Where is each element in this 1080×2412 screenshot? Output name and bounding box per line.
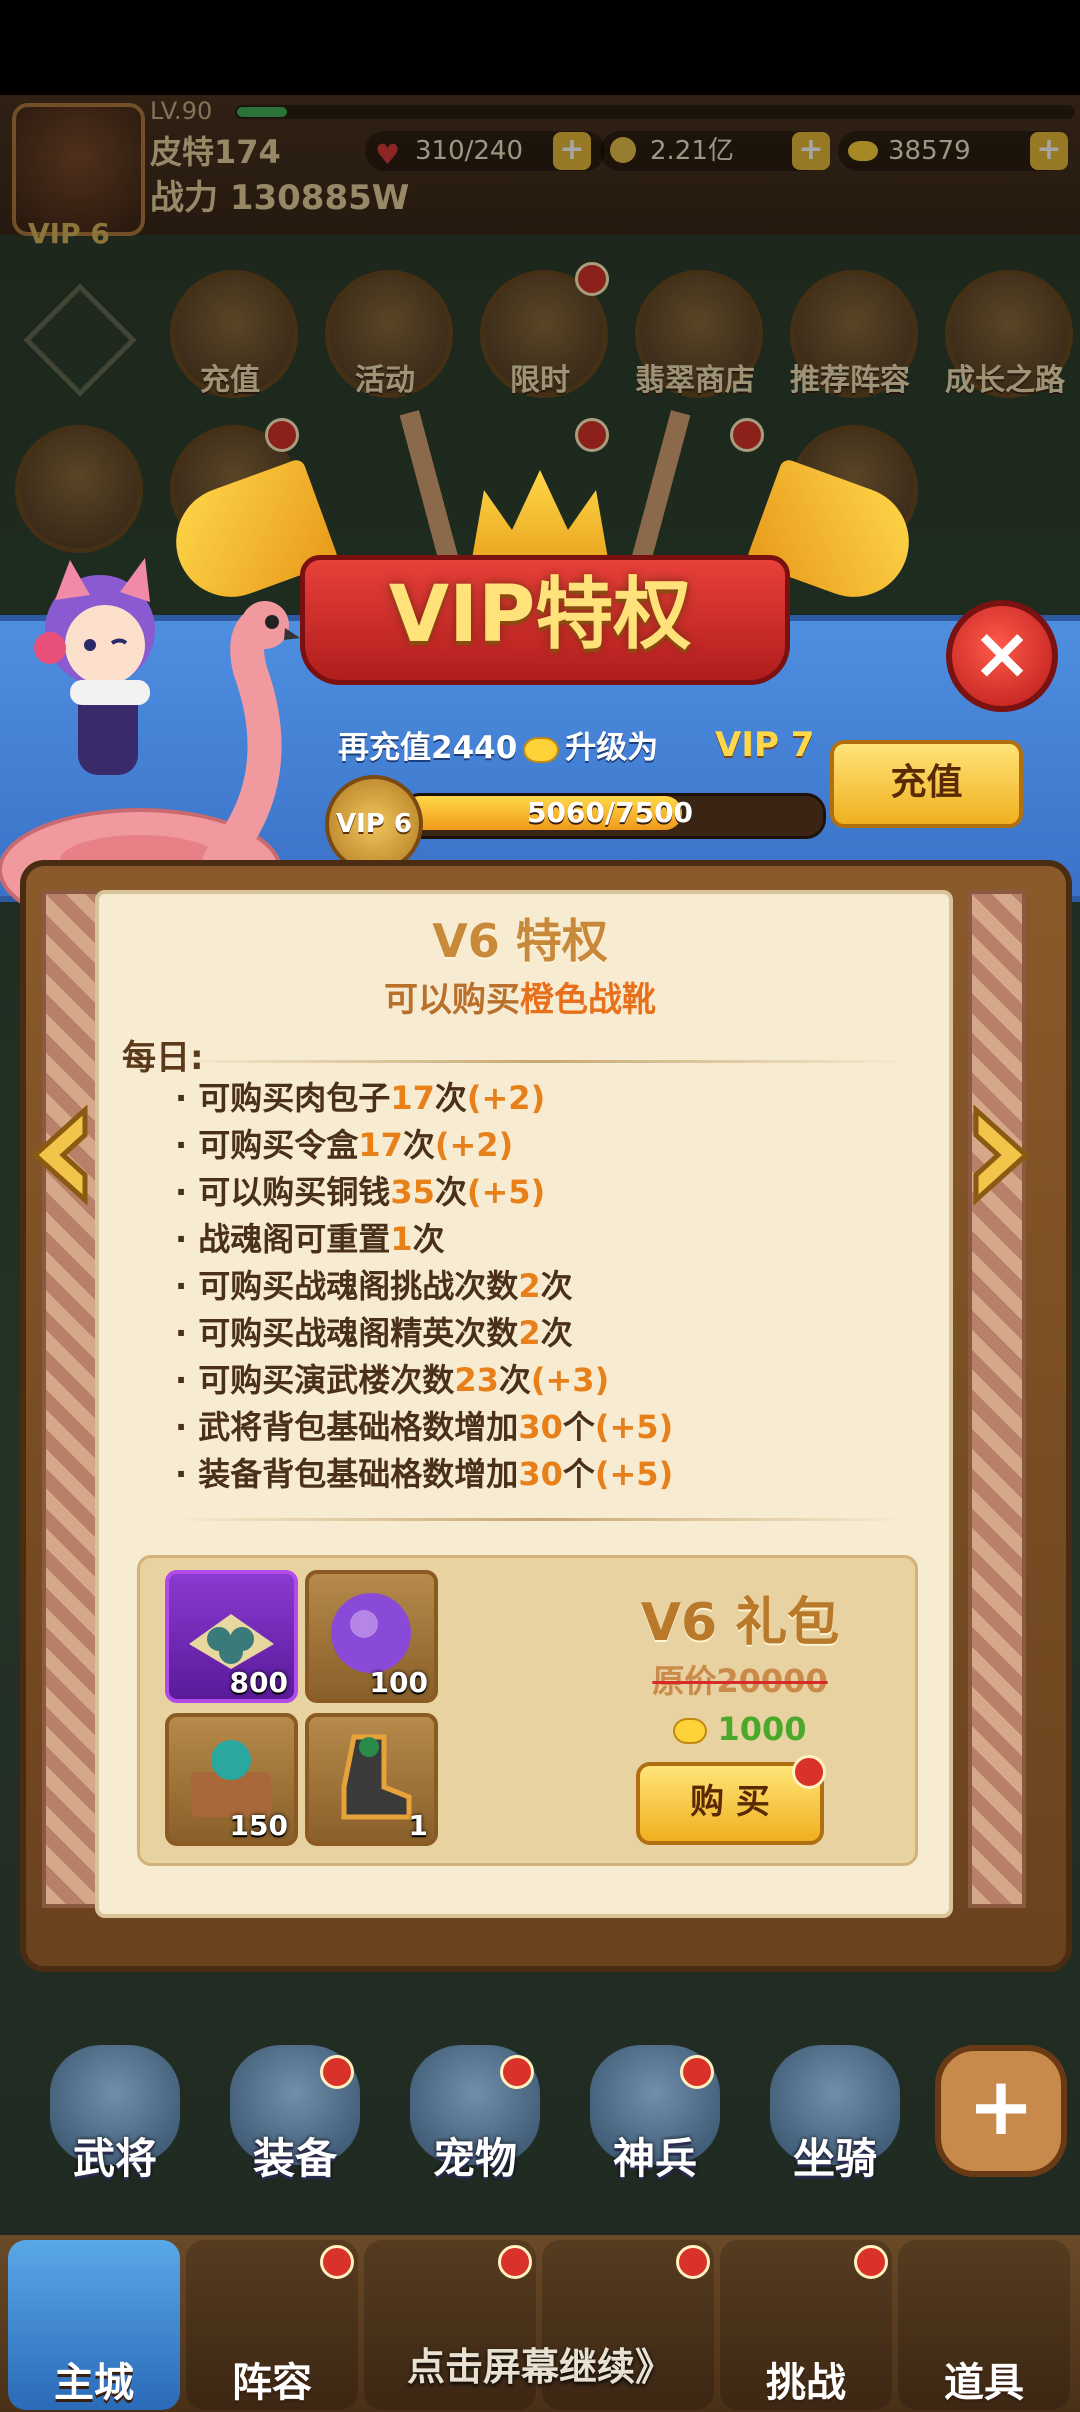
notification-dot <box>498 2245 532 2279</box>
divider <box>165 1060 915 1063</box>
recharge-amount: 再充值2440 <box>338 730 518 766</box>
privilege-subtitle-highlight: 橙色战靴 <box>520 980 656 1020</box>
recharge-requirement: 再充值2440 升级为 <box>338 722 658 767</box>
notification-dot <box>792 1755 826 1789</box>
gift-original-price: 原价20000 <box>652 1662 828 1700</box>
privilege-subtitle: 可以购买橙色战靴 <box>95 972 945 1021</box>
current-vip-badge: VIP 6 <box>325 775 423 873</box>
character-label: 宠物 <box>432 2134 517 2183</box>
item-count: 150 <box>229 1809 288 1842</box>
perk-item: · 可购买肉包子17次(+2) <box>175 1079 546 1117</box>
prev-arrow-icon[interactable] <box>25 1105 95 1205</box>
gift-item-slot[interactable]: 150 <box>165 1713 298 1846</box>
recharge-button[interactable]: 充值 <box>830 740 1023 828</box>
gift-item-slot[interactable]: 1 <box>305 1713 438 1846</box>
notification-dot <box>500 2055 534 2089</box>
perk-list[interactable]: · 可购买肉包子17次(+2) · 可购买令盒17次(+2) · 可以购买铜钱3… <box>165 1068 925 1513</box>
gold-ingot-icon <box>673 1718 708 1744</box>
vip-banner-title: VIP特权 <box>388 570 692 660</box>
perk-item: · 战魂阁可重置1次 <box>175 1220 445 1258</box>
perk-item: · 可购买演武楼次数23次(+3) <box>175 1361 610 1399</box>
perk-item: · 可购买战魂阁挑战次数2次 <box>175 1267 573 1305</box>
divider <box>165 1518 915 1521</box>
close-button[interactable]: × <box>946 600 1058 712</box>
perk-item: · 可购买战魂阁精英次数2次 <box>175 1314 573 1352</box>
notification-dot <box>854 2245 888 2279</box>
character-label: 装备 <box>252 2134 337 2183</box>
add-button[interactable]: + <box>935 2045 1067 2177</box>
perk-item: · 武将背包基础格数增加30个(+5) <box>175 1408 674 1446</box>
gold-ingot-icon <box>523 736 560 763</box>
privilege-title: V6 特权 <box>432 914 608 968</box>
upgrade-label: 升级为 <box>565 730 659 766</box>
gift-item-slot[interactable]: 100 <box>305 1570 438 1703</box>
notification-dot <box>320 2245 354 2279</box>
gift-price-value: 1000 <box>717 1710 807 1748</box>
scroll-rail-left <box>42 890 100 1908</box>
orange-boots-icon <box>341 1734 412 1820</box>
jade-stones-icon <box>189 1614 274 1669</box>
character-label: 坐骑 <box>792 2134 877 2183</box>
perk-item: · 可购买令盒17次(+2) <box>175 1126 514 1164</box>
character-label: 武将 <box>72 2134 157 2183</box>
notification-dot <box>680 2055 714 2089</box>
notification-dot <box>320 2055 354 2089</box>
item-count: 100 <box>369 1666 428 1699</box>
notification-dot <box>676 2245 710 2279</box>
status-bar <box>0 0 1080 95</box>
perk-item: · 可以购买铜钱35次(+5) <box>175 1173 546 1211</box>
character-label: 神兵 <box>612 2134 697 2183</box>
item-count: 1 <box>408 1809 428 1842</box>
privilege-subtitle-prefix: 可以购买 <box>384 980 520 1020</box>
next-arrow-icon[interactable] <box>966 1105 1036 1205</box>
item-count: 800 <box>229 1666 288 1699</box>
scroll-rail-right <box>968 890 1026 1908</box>
next-vip-level: VIP 7 <box>715 725 815 765</box>
gift-pack-title: V6 礼包 <box>640 1593 840 1653</box>
vip-progress-text: 5060/7500 <box>526 796 694 829</box>
gift-item-slot[interactable]: 800 <box>165 1570 298 1703</box>
tap-to-continue[interactable]: 点击屏幕继续》 <box>0 2336 1080 2391</box>
perk-item: · 装备背包基础格数增加30个(+5) <box>175 1455 674 1493</box>
gift-price: 1000 <box>590 1710 890 1748</box>
